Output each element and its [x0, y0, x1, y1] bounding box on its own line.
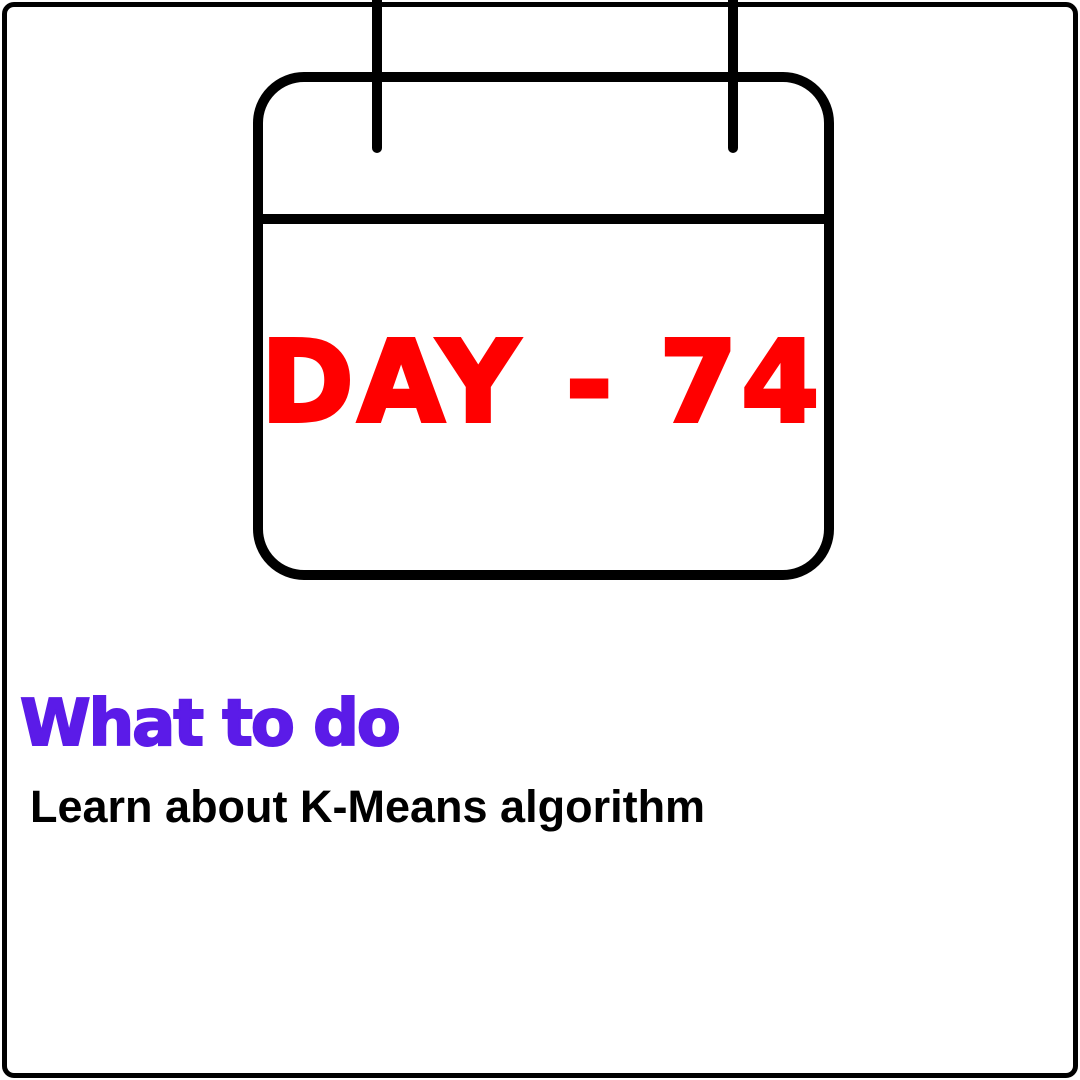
task-description: Learn about K-Means algorithm	[30, 781, 706, 832]
day-card: DAY - 74 What to do Learn about K-Means …	[0, 0, 1080, 1080]
day-number-label: DAY - 74	[259, 316, 824, 450]
what-to-do-heading: What to do	[19, 687, 402, 761]
calendar-icon	[253, 0, 834, 580]
